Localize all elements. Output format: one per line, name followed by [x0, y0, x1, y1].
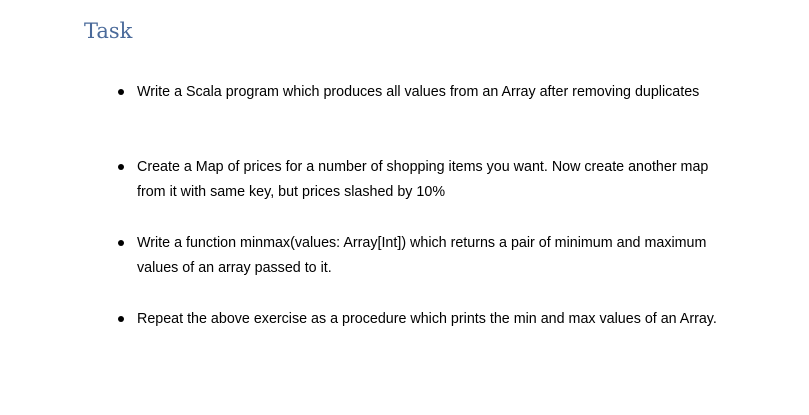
list-item-text: Write a Scala program which produces all… [137, 84, 700, 100]
list-item-text: Create a Map of prices for a number of s… [137, 159, 709, 200]
list-item: Write a function minmax(values: Array[In… [118, 231, 738, 281]
bullet-icon [118, 164, 124, 170]
heading-task: Task [84, 19, 133, 43]
list-item-text: Write a function minmax(values: Array[In… [137, 235, 707, 276]
list-item: Write a Scala program which produces all… [118, 80, 718, 105]
bullet-icon [118, 240, 124, 246]
bullet-icon [118, 89, 124, 95]
list-item: Repeat the above exercise as a procedure… [118, 307, 768, 332]
list-item: Create a Map of prices for a number of s… [118, 155, 718, 205]
list-item-text: Repeat the above exercise as a procedure… [137, 311, 717, 327]
bullet-icon [118, 316, 124, 322]
